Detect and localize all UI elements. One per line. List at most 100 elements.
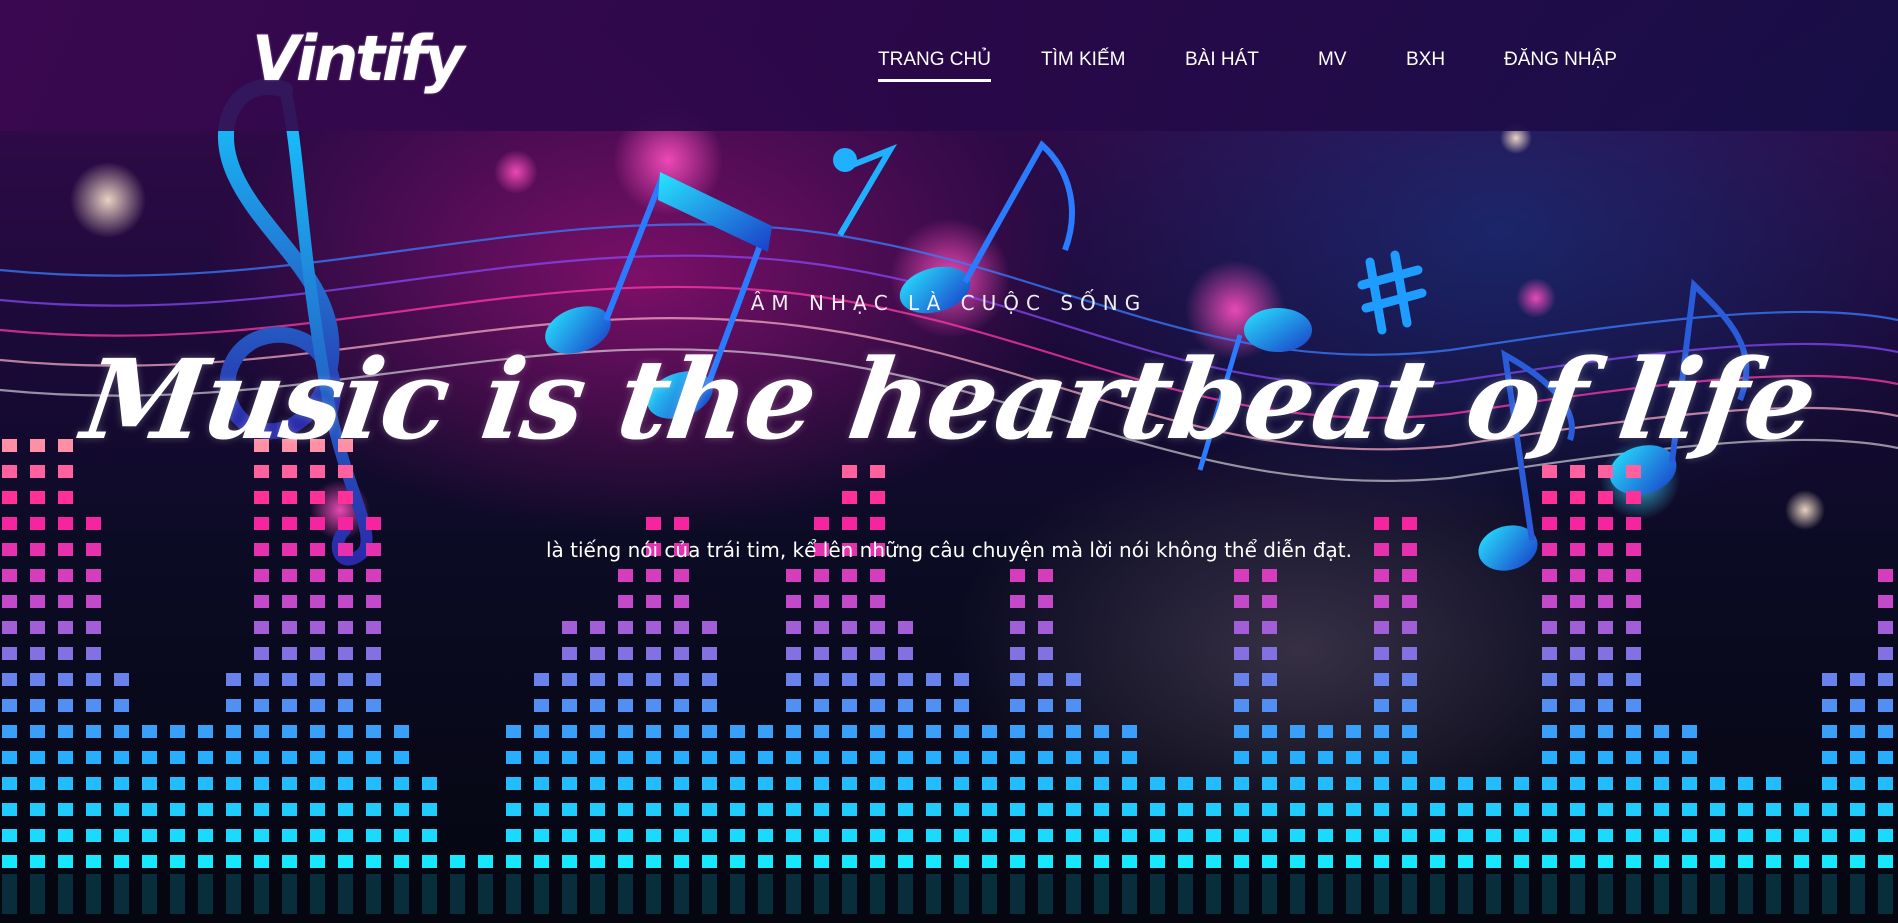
equalizer-cell xyxy=(1570,829,1585,842)
equalizer-cell xyxy=(618,595,633,608)
equalizer-cell xyxy=(1262,621,1277,634)
equalizer-cell xyxy=(1542,621,1557,634)
equalizer-cell xyxy=(842,855,857,868)
equalizer-cell xyxy=(1010,777,1025,790)
equalizer-cell xyxy=(58,829,73,842)
equalizer-reflection xyxy=(1234,874,1249,914)
equalizer-cell xyxy=(1290,725,1305,738)
equalizer-cell xyxy=(1570,621,1585,634)
equalizer-cell xyxy=(1654,803,1669,816)
equalizer-cell xyxy=(1458,777,1473,790)
equalizer-cell xyxy=(1598,673,1613,686)
equalizer-cell xyxy=(282,517,297,530)
equalizer-reflection xyxy=(1402,874,1417,914)
equalizer-cell xyxy=(86,647,101,660)
equalizer-cell xyxy=(1570,543,1585,556)
equalizer-cell xyxy=(170,855,185,868)
equalizer-cell xyxy=(1542,517,1557,530)
equalizer-cell xyxy=(814,673,829,686)
equalizer-cell xyxy=(1542,465,1557,478)
nav-songs-link[interactable]: BÀI HÁT xyxy=(1185,49,1259,79)
equalizer-cell xyxy=(898,699,913,712)
equalizer-cell xyxy=(1234,569,1249,582)
equalizer-cell xyxy=(1598,569,1613,582)
equalizer-cell xyxy=(926,673,941,686)
equalizer-cell xyxy=(254,595,269,608)
equalizer-cell xyxy=(282,543,297,556)
equalizer-cell xyxy=(1346,829,1361,842)
equalizer-cell xyxy=(814,803,829,816)
equalizer-cell xyxy=(646,751,661,764)
equalizer-cell xyxy=(282,777,297,790)
equalizer-cell xyxy=(2,647,17,660)
equalizer-cell xyxy=(2,517,17,530)
equalizer-cell xyxy=(1402,621,1417,634)
equalizer-cell xyxy=(1234,725,1249,738)
equalizer-cell xyxy=(1654,829,1669,842)
equalizer-cell xyxy=(1290,803,1305,816)
equalizer-cell xyxy=(310,595,325,608)
equalizer-cell xyxy=(1570,803,1585,816)
equalizer-cell xyxy=(170,751,185,764)
equalizer-cell xyxy=(338,621,353,634)
equalizer-cell xyxy=(30,855,45,868)
equalizer-cell xyxy=(926,725,941,738)
equalizer-reflection xyxy=(114,874,129,914)
equalizer-cell xyxy=(254,491,269,504)
equalizer-cell xyxy=(618,569,633,582)
equalizer-cell xyxy=(86,855,101,868)
equalizer-cell xyxy=(310,855,325,868)
equalizer-cell xyxy=(1038,647,1053,660)
equalizer-cell xyxy=(366,517,381,530)
equalizer-cell xyxy=(394,803,409,816)
equalizer-cell xyxy=(114,725,129,738)
equalizer-cell xyxy=(1010,855,1025,868)
equalizer-cell xyxy=(1654,725,1669,738)
equalizer-cell xyxy=(814,829,829,842)
equalizer-cell xyxy=(198,777,213,790)
equalizer-cell xyxy=(1262,829,1277,842)
equalizer-reflection xyxy=(30,874,45,914)
equalizer-cell xyxy=(1878,699,1893,712)
equalizer-cell xyxy=(1290,751,1305,764)
nav-login-link[interactable]: ĐĂNG NHẬP xyxy=(1504,49,1617,79)
equalizer-cell xyxy=(170,725,185,738)
equalizer-cell xyxy=(58,595,73,608)
equalizer-cell xyxy=(562,647,577,660)
site-logo[interactable]: Vintify xyxy=(252,22,465,95)
nav-home-link[interactable]: TRANG CHỦ xyxy=(878,49,991,82)
equalizer-cell xyxy=(926,855,941,868)
equalizer-cell xyxy=(590,777,605,790)
equalizer-cell xyxy=(1262,777,1277,790)
equalizer-cell xyxy=(450,855,465,868)
equalizer-cell xyxy=(926,803,941,816)
equalizer-cell xyxy=(618,777,633,790)
equalizer-reflection xyxy=(1850,874,1865,914)
equalizer-cell xyxy=(870,803,885,816)
equalizer-cell xyxy=(1878,803,1893,816)
equalizer-cell xyxy=(1626,855,1641,868)
equalizer-cell xyxy=(30,517,45,530)
equalizer-cell xyxy=(478,855,493,868)
equalizer-cell xyxy=(282,855,297,868)
equalizer-cell xyxy=(2,699,17,712)
equalizer-cell xyxy=(1542,543,1557,556)
equalizer-cell xyxy=(842,777,857,790)
nav-charts-link[interactable]: BXH xyxy=(1406,49,1445,79)
equalizer-cell xyxy=(1010,803,1025,816)
equalizer-reflection xyxy=(1010,874,1025,914)
nav-mv-link[interactable]: MV xyxy=(1318,49,1347,79)
equalizer-cell xyxy=(1234,647,1249,660)
equalizer-cell xyxy=(1234,829,1249,842)
equalizer-cell xyxy=(1822,829,1837,842)
equalizer-cell xyxy=(870,673,885,686)
nav-search-link[interactable]: TÌM KIẾM xyxy=(1041,49,1125,79)
equalizer-cell xyxy=(58,465,73,478)
equalizer-cell xyxy=(786,829,801,842)
equalizer-cell xyxy=(142,725,157,738)
equalizer-cell xyxy=(842,491,857,504)
equalizer-cell xyxy=(1626,465,1641,478)
equalizer-cell xyxy=(1290,777,1305,790)
equalizer-cell xyxy=(506,725,521,738)
equalizer-reflection xyxy=(422,874,437,914)
